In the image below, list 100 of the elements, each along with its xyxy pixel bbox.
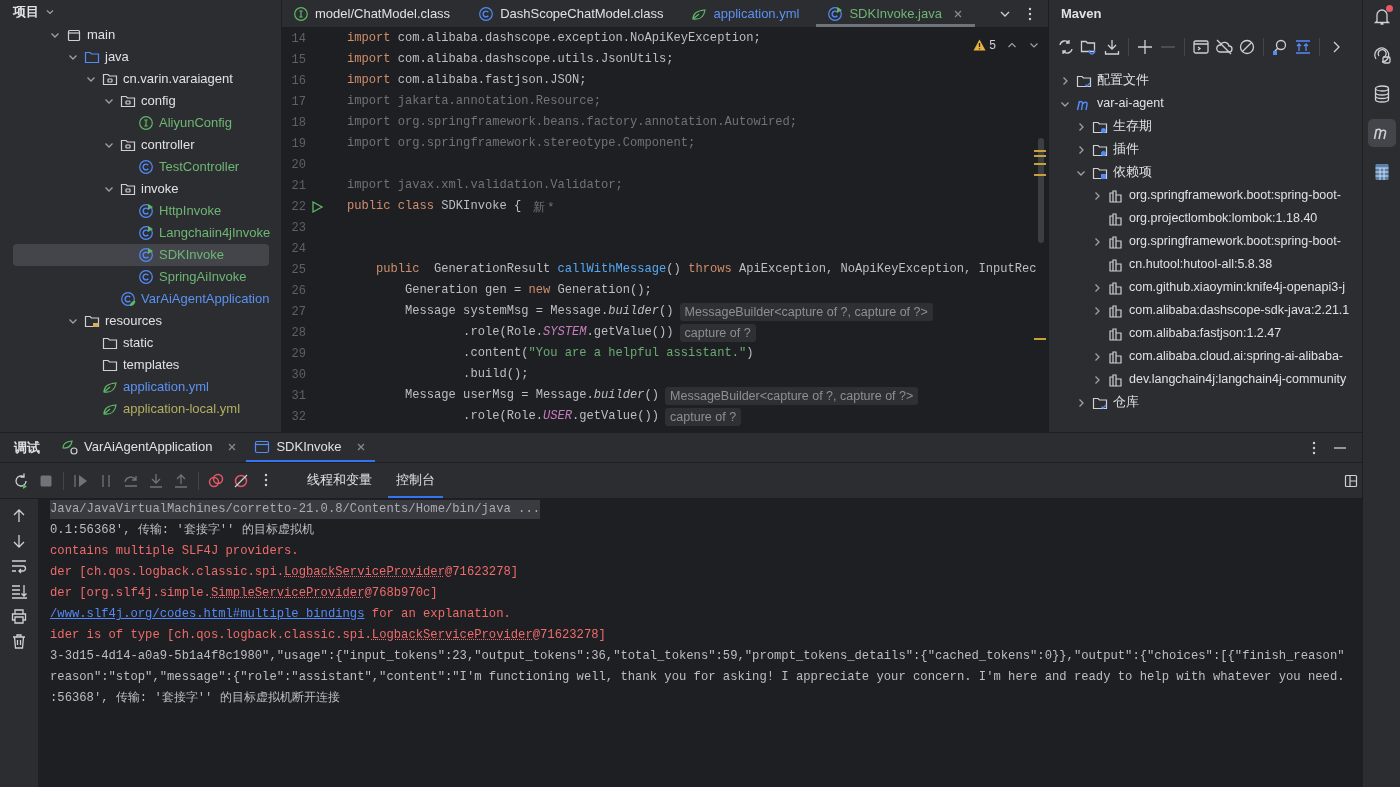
code-line: import jakarta.annotation.Resource;: [347, 93, 601, 111]
tree-item[interactable]: resources: [13, 310, 269, 332]
refresh-icon[interactable]: [1057, 38, 1075, 56]
tree-item[interactable]: java: [13, 46, 269, 68]
download-icon[interactable]: [1103, 38, 1121, 56]
inlay-hint: MessageBuilder<capture of ?, capture of ?>: [679, 302, 933, 321]
error-stripe-mark: [1034, 163, 1046, 165]
plus-icon[interactable]: [1136, 38, 1154, 56]
tree-item[interactable]: SpringAiInvoke: [13, 266, 269, 288]
tree-item[interactable]: 依赖项: [1053, 161, 1360, 184]
editor-tab[interactable]: SDKInvoke.java: [816, 0, 975, 27]
tree-item[interactable]: controller: [13, 134, 269, 156]
scroll-end-icon[interactable]: [11, 583, 27, 599]
error-stripe-mark: [1034, 150, 1046, 152]
tree-item[interactable]: com.github.xiaoymin:knife4j-openapi3-j: [1053, 276, 1360, 299]
tree-item[interactable]: config: [13, 90, 269, 112]
chevron-down-icon[interactable]: [45, 7, 55, 17]
line-number: 29: [290, 345, 306, 363]
breakpoints-icon[interactable]: [207, 471, 225, 490]
line-number: 30: [290, 366, 306, 384]
editor-tab[interactable]: DashScopeChatModel.class: [467, 0, 675, 27]
tree-item[interactable]: static: [13, 332, 269, 354]
run-tab[interactable]: VarAiAgentApplication: [54, 433, 247, 462]
run-tab[interactable]: SDKInvoke: [246, 433, 376, 462]
trash-icon[interactable]: [11, 633, 27, 649]
prohibited-icon[interactable]: [1238, 38, 1256, 56]
tree-item[interactable]: Langchaiin4jInvoke: [13, 222, 269, 244]
arrow-up-icon[interactable]: [11, 508, 27, 524]
console-line: 3-3d15-4d14-a0a9-5b1a4f8c1980","usage":{"input_tokens":23,"output_tokens":36,"total_tokens":59,"prompt_tokens_details":{"cached_tokens":0}},"output":{"choices":[{"finish_reason": [50, 648, 1346, 666]
link[interactable]: /www.slf4j.org/codes.html#multiple_bindings: [50, 605, 365, 624]
tree-item[interactable]: 仓库: [1053, 391, 1360, 414]
maven-button[interactable]: [1367, 119, 1396, 147]
tree-item[interactable]: VarAiAgentApplication: [13, 288, 269, 310]
library-icon: [1108, 302, 1124, 319]
step-into-icon[interactable]: [147, 471, 165, 490]
tree-item[interactable]: application.yml: [13, 376, 269, 398]
line-number: 23: [290, 219, 306, 237]
line-number: 18: [290, 114, 306, 132]
class-icon: [138, 159, 154, 175]
tree-item[interactable]: 插件: [1053, 138, 1360, 161]
rerun-icon[interactable]: [12, 471, 30, 490]
tree-item[interactable]: org.projectlombok:lombok:1.18.40: [1053, 207, 1360, 230]
runnable-class-icon: [138, 225, 154, 241]
folder-refresh-icon[interactable]: [1080, 38, 1098, 56]
print-icon[interactable]: [11, 608, 27, 624]
tree-item[interactable]: com.alibaba.cloud.ai:spring-ai-alibaba-: [1053, 345, 1360, 368]
line-number: 19: [290, 135, 306, 153]
runnable-class-icon: [827, 5, 844, 22]
tree-item[interactable]: templates: [13, 354, 269, 376]
tree-item[interactable]: cn.hutool:hutool-all:5.8.38: [1053, 253, 1360, 276]
panel-tab[interactable]: 线程和变量: [299, 463, 380, 498]
error-stripe-mark: [1034, 155, 1046, 157]
code-line: .role(Role.SYSTEM.getValue()): [462, 324, 674, 342]
analyze-icon[interactable]: [1271, 38, 1289, 56]
run-window-icon[interactable]: [1192, 38, 1210, 56]
inspection-widget[interactable]: 5: [973, 36, 996, 54]
code-line: Generation gen = new Generation();: [404, 282, 652, 300]
code-line: import org.springframework.stereotype.Component;: [347, 135, 696, 153]
console-line: :56368', 传输: '套接字'' 的目标虚拟机断开连接: [50, 690, 341, 708]
console-line: ider is of type [ch.qos.logback.classic.spi.LogbackServiceProvider@71623278]: [50, 627, 607, 645]
wrap-icon[interactable]: [11, 558, 27, 574]
tree-item[interactable]: org.springframework.boot:spring-boot-: [1053, 230, 1360, 253]
layout-icon[interactable]: [1344, 473, 1358, 488]
editor-tab[interactable]: application.yml: [680, 0, 811, 27]
runnable-class-icon: [138, 247, 154, 263]
inlay-hint: MessageBuilder<capture of ?, capture of ?>: [665, 386, 919, 405]
tree-item[interactable]: SDKInvoke: [13, 244, 269, 266]
expand-icon[interactable]: [1294, 38, 1312, 56]
line-number: 20: [290, 156, 306, 174]
interface-icon: [138, 115, 154, 131]
warning-icon: [973, 39, 987, 51]
tree-item[interactable]: main: [13, 24, 269, 46]
line-number: 31: [290, 387, 306, 405]
tree-item[interactable]: 配置文件: [1053, 69, 1360, 92]
tree-item[interactable]: TestController: [13, 156, 269, 178]
tree-item[interactable]: cn.varin.varaiagent: [13, 68, 269, 90]
line-number: 32: [290, 408, 306, 426]
editor-tab[interactable]: model/ChatModel.class: [282, 0, 462, 27]
arrow-down-icon[interactable]: [11, 533, 27, 549]
cloud-off-icon[interactable]: [1215, 38, 1233, 56]
tree-item[interactable]: var-ai-agent: [1053, 92, 1360, 115]
author-hint: 新 *: [533, 198, 554, 216]
tree-item[interactable]: org.springframework.boot:spring-boot-: [1053, 184, 1360, 207]
tree-item[interactable]: com.alibaba:fastjson:1.2.47: [1053, 322, 1360, 345]
tree-item[interactable]: com.alibaba:dashscope-sdk-java:2.21.1: [1053, 299, 1360, 322]
library-icon: [1108, 187, 1124, 204]
tree-item[interactable]: invoke: [13, 178, 269, 200]
tree-item[interactable]: 生存期: [1053, 115, 1360, 138]
library-icon: [1108, 279, 1124, 296]
scrollbar-thumb[interactable]: [1038, 138, 1044, 243]
folder-icon: [102, 335, 118, 351]
library-icon: [1108, 233, 1124, 250]
tree-item[interactable]: AliyunConfig: [13, 112, 269, 134]
error-stripe-mark: [1034, 338, 1046, 340]
run-icon[interactable]: [310, 199, 324, 214]
tree-item[interactable]: HttpInvoke: [13, 200, 269, 222]
tree-item[interactable]: dev.langchain4j:langchain4j-community: [1053, 368, 1360, 391]
library-icon: [1108, 348, 1124, 365]
line-number: 15: [290, 51, 306, 69]
tree-item[interactable]: application-local.yml: [13, 398, 269, 420]
